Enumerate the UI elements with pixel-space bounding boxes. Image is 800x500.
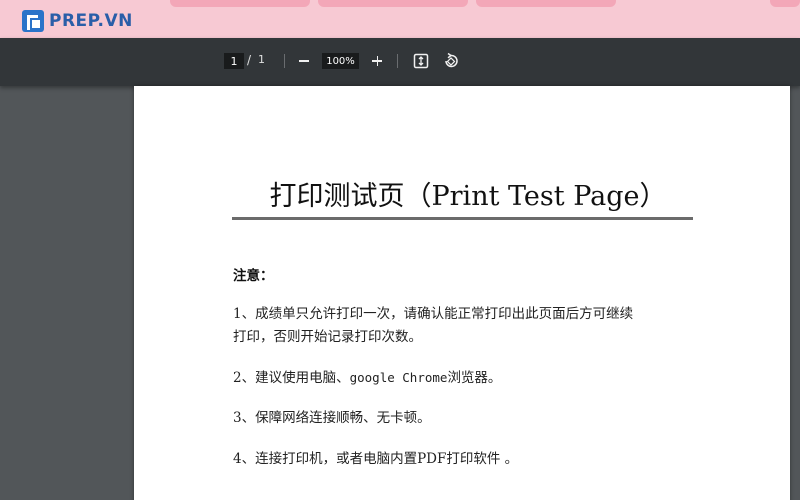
zoom-level-input[interactable]: 100% [322, 53, 359, 69]
note-item-1-line-2: 打印，否则开始记录打印次数。 [233, 329, 422, 345]
zoom-in-button[interactable] [368, 52, 386, 70]
rotate-button[interactable] [442, 52, 460, 70]
title-underline [232, 217, 693, 220]
rotate-icon [445, 52, 458, 68]
fit-to-page-button[interactable] [412, 52, 430, 70]
note-item-2-browser-name: google Chrome [349, 370, 448, 385]
brand-name: PREP.VN [49, 11, 133, 31]
brand-logo-link[interactable]: PREP.VN [22, 9, 133, 33]
document-title: 打印测试页（Print Test Page） [269, 181, 667, 212]
note-item-2: 2、建议使用电脑、google Chrome浏览器。 [233, 366, 703, 390]
browser-tab[interactable] [170, 0, 310, 7]
pdf-toolbar: 1 / 1 100% [0, 38, 800, 86]
pdf-page: 打印测试页（Print Test Page） 注意： 1、成绩单只允许打印一次，… [134, 86, 790, 500]
zoom-out-button[interactable] [295, 52, 313, 70]
page-total: 1 [258, 53, 265, 66]
browser-tab-strip: PREP.VN [0, 0, 800, 38]
note-item-1: 1、成绩单只允许打印一次，请确认能正常打印出此页面后方可继续 打印，否则开始记录… [233, 303, 703, 349]
toolbar-divider [284, 54, 285, 68]
page-separator: / [247, 53, 252, 67]
note-item-2-prefix: 2、建议使用电脑、 [233, 370, 350, 386]
browser-tab[interactable] [318, 0, 468, 7]
note-item-4: 4、连接打印机，或者电脑内置PDF打印软件 。 [233, 451, 519, 467]
note-item-1-line-1: 1、成绩单只允许打印一次，请确认能正常打印出此页面后方可继续 [233, 306, 634, 322]
browser-tab[interactable] [476, 0, 616, 7]
note-item-3: 3、保障网络连接顺畅、无卡顿。 [233, 410, 431, 426]
note-label: 注意： [233, 268, 274, 284]
toolbar-divider [397, 54, 398, 68]
browser-tab[interactable] [770, 0, 800, 7]
note-item-2-suffix: 浏览器。 [447, 370, 502, 386]
prep-logo-icon [22, 10, 44, 32]
page-number-input[interactable]: 1 [224, 53, 244, 69]
fit-to-page-icon [413, 53, 429, 69]
